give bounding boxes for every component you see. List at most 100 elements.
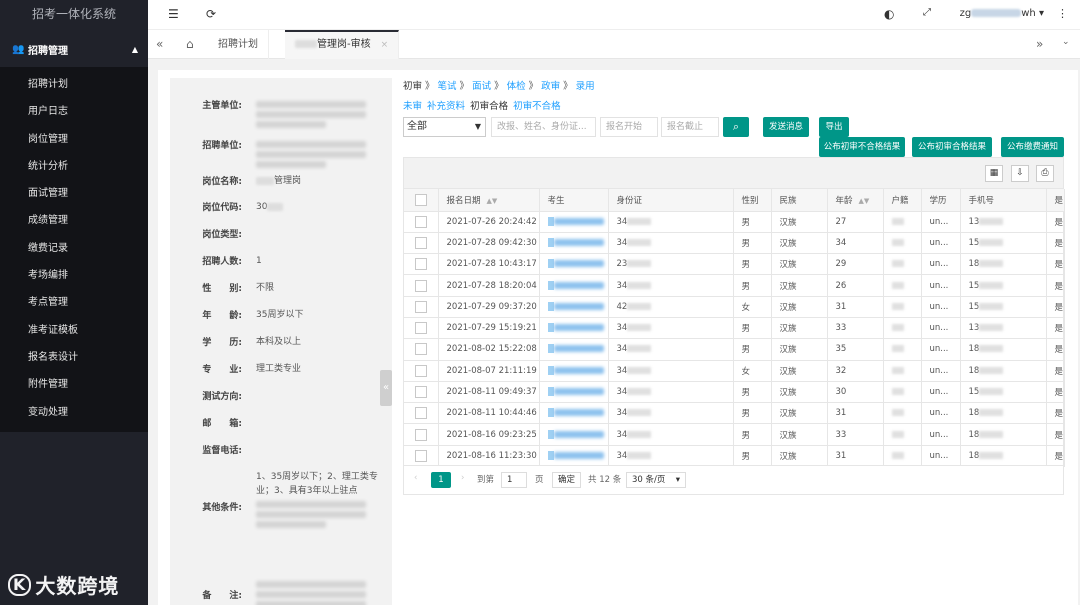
table-row[interactable]: 2021-07-29 15:19:21 34 男汉族 33 un... 13 是	[404, 317, 1065, 340]
tabs-menu-icon[interactable]: ⌄	[1062, 37, 1070, 47]
send-message-button[interactable]: 发送消息	[763, 117, 809, 137]
goto-confirm-button[interactable]: 确定	[552, 472, 582, 488]
sidebar-item[interactable]: 准考证模板	[0, 317, 148, 344]
sidebar-item[interactable]: 招聘计划	[0, 71, 148, 98]
publish-pass-button[interactable]: 公布初审合格结果	[912, 137, 992, 157]
row-checkbox[interactable]	[404, 423, 439, 446]
table-row[interactable]: 2021-07-29 09:37:20 42 女汉族 31 un... 15 是	[404, 296, 1065, 318]
row-checkbox[interactable]	[404, 381, 439, 404]
prev-page-icon[interactable]: ‹	[414, 473, 417, 483]
row-checkbox[interactable]	[404, 402, 439, 425]
cell-applicant[interactable]	[539, 423, 609, 446]
cell-applicant[interactable]	[539, 445, 609, 468]
page-current[interactable]: 1	[431, 472, 451, 488]
redacted	[979, 345, 1004, 353]
menu-group-recruitment[interactable]: 👥 招聘管理 ▲	[0, 31, 148, 67]
collapse-panel-button[interactable]: «	[380, 370, 392, 406]
status-select[interactable]: 全部 ▼	[403, 117, 486, 137]
cell-applicant[interactable]	[539, 381, 609, 404]
theme-icon[interactable]: ◐	[884, 7, 894, 21]
cell-applicant[interactable]	[539, 274, 609, 297]
table-row[interactable]: 2021-07-26 20:24:42 34 男汉族 27 un... 13 是	[404, 211, 1065, 233]
export-button[interactable]: 导出	[819, 117, 849, 137]
cell-applicant[interactable]	[539, 253, 609, 276]
sidebar-item[interactable]: 缴费记录	[0, 235, 148, 262]
row-checkbox[interactable]	[404, 445, 439, 468]
table-row[interactable]: 2021-08-07 21:11:19 34 女汉族 32 un... 18 是	[404, 360, 1065, 382]
row-checkbox[interactable]	[404, 317, 439, 340]
tabs-prev-icon[interactable]: «	[156, 37, 163, 51]
sidebar-item[interactable]: 用户日志	[0, 98, 148, 125]
menu-fold-icon[interactable]: ☰	[168, 7, 179, 21]
select-all-checkbox[interactable]	[404, 189, 439, 212]
table-row[interactable]: 2021-07-28 10:43:17 23 男汉族 29 un... 18 是	[404, 253, 1065, 276]
row-checkbox[interactable]	[404, 211, 439, 233]
status-link-supplement[interactable]: 补充资料	[427, 101, 465, 112]
search-button[interactable]: ⌕	[723, 117, 749, 137]
status-link-passed[interactable]: 初审合格	[470, 101, 508, 112]
col-date[interactable]: 报名日期 ▲▼	[438, 189, 540, 212]
cell-applicant[interactable]	[539, 317, 609, 340]
status-link-unreviewed[interactable]: 未审	[403, 101, 422, 112]
cell-applicant[interactable]	[539, 338, 609, 361]
tabs-next-icon[interactable]: »	[1036, 37, 1043, 51]
columns-icon[interactable]: ▦	[985, 165, 1003, 182]
stage-link[interactable]: 面试	[472, 81, 491, 92]
next-page-icon[interactable]: ›	[461, 473, 464, 483]
cell-applicant[interactable]	[539, 211, 609, 233]
row-checkbox[interactable]	[404, 232, 439, 255]
table-row[interactable]: 2021-07-28 18:20:04 34 男汉族 26 un... 15 是	[404, 274, 1065, 297]
refresh-icon[interactable]: ⟳	[206, 7, 216, 21]
row-checkbox[interactable]	[404, 360, 439, 382]
row-checkbox[interactable]	[404, 253, 439, 276]
cell-date: 2021-07-28 09:42:30	[438, 232, 540, 255]
search-input[interactable]: 改报、姓名、身份证...	[491, 117, 596, 137]
sidebar-item[interactable]: 变动处理	[0, 399, 148, 426]
close-icon[interactable]: ×	[381, 40, 389, 50]
table-row[interactable]: 2021-08-02 15:22:08 34 男汉族 35 un... 18 是	[404, 338, 1065, 361]
table-row[interactable]: 2021-08-11 09:49:37 34 男汉族 30 un... 15 是	[404, 381, 1065, 404]
user-menu[interactable]: zg wh ▾	[960, 8, 1044, 19]
row-checkbox[interactable]	[404, 338, 439, 361]
home-icon[interactable]: ⌂	[186, 37, 194, 51]
tab-recruitment-plan[interactable]: 招聘计划	[208, 30, 269, 59]
print-icon[interactable]: ⎙	[1036, 165, 1054, 182]
sidebar-item[interactable]: 岗位管理	[0, 126, 148, 153]
fullscreen-icon[interactable]: ⤢	[923, 7, 931, 18]
stage-link[interactable]: 政审	[541, 81, 560, 92]
sidebar-item[interactable]: 报名表设计	[0, 344, 148, 371]
table-row[interactable]: 2021-08-11 10:44:46 34 男汉族 31 un... 18 是	[404, 402, 1065, 425]
publish-fail-button[interactable]: 公布初审不合格结果	[819, 137, 905, 157]
stage-link[interactable]: 初审	[403, 81, 422, 92]
cell-applicant[interactable]	[539, 232, 609, 255]
tab-review[interactable]: 管理岗-审核 ×	[285, 30, 400, 59]
end-date-input[interactable]: 报名截止	[661, 117, 719, 137]
more-icon[interactable]: ⋮	[1057, 7, 1068, 20]
cell-applicant[interactable]	[539, 402, 609, 425]
export-icon[interactable]: ⇩	[1011, 165, 1029, 182]
stage-link[interactable]: 笔试	[438, 81, 457, 92]
table-row[interactable]: 2021-08-16 11:23:30 34 男汉族 31 un... 18 是	[404, 445, 1065, 468]
start-date-input[interactable]: 报名开始	[600, 117, 658, 137]
row-checkbox[interactable]	[404, 274, 439, 297]
col-age[interactable]: 年龄 ▲▼	[827, 189, 884, 212]
sidebar-item[interactable]: 考场编排	[0, 262, 148, 289]
page-size-select[interactable]: 30 条/页 ▾	[626, 472, 686, 488]
sidebar-item[interactable]: 成绩管理	[0, 207, 148, 234]
stage-link[interactable]: 录用	[576, 81, 595, 92]
redacted-name	[553, 302, 604, 310]
status-link-failed[interactable]: 初审不合格	[513, 101, 561, 112]
stage-link[interactable]: 体检	[507, 81, 526, 92]
sidebar-item[interactable]: 面试管理	[0, 180, 148, 207]
table-row[interactable]: 2021-08-16 09:23:25 34 男汉族 33 un... 18 是	[404, 423, 1065, 446]
sidebar-item[interactable]: 统计分析	[0, 153, 148, 180]
sidebar-item[interactable]: 附件管理	[0, 371, 148, 398]
sidebar-item[interactable]: 考点管理	[0, 289, 148, 316]
table-row[interactable]: 2021-07-28 09:42:30 34 男汉族 34 un... 15 是	[404, 232, 1065, 255]
cell-applicant[interactable]	[539, 296, 609, 318]
row-checkbox[interactable]	[404, 296, 439, 318]
goto-page-input[interactable]: 1	[501, 472, 527, 488]
redacted	[547, 259, 554, 269]
publish-fee-button[interactable]: 公布缴费通知	[1001, 137, 1064, 157]
cell-applicant[interactable]	[539, 360, 609, 382]
